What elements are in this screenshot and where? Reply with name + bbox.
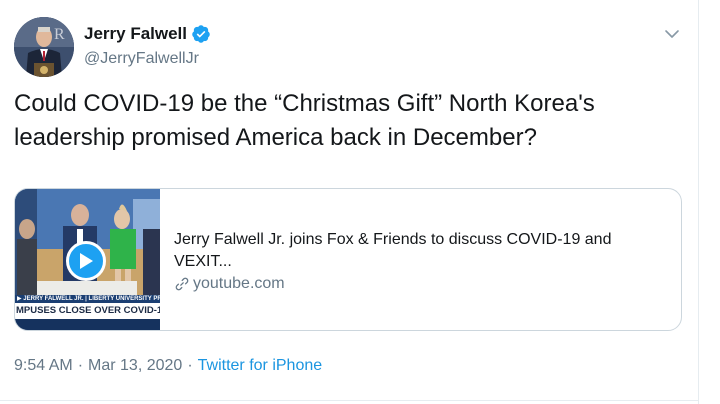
- author-handle[interactable]: @JerryFalwellJr: [84, 50, 199, 68]
- video-chyron-bar: [15, 319, 160, 330]
- video-chyron-top: ▶ JERRY FALWELL JR. | LIBERTY UNIVERSITY…: [15, 295, 160, 303]
- column-border: [698, 0, 699, 404]
- tweet-divider: [0, 400, 698, 401]
- meta-separator: ·: [77, 357, 84, 374]
- svg-text:R: R: [54, 26, 65, 43]
- tweet-metadata: 9:54 AM · Mar 13, 2020 · Twitter for iPh…: [14, 357, 322, 375]
- author-name-row[interactable]: Jerry Falwell: [84, 24, 211, 44]
- tweet-date[interactable]: Mar 13, 2020: [88, 357, 182, 375]
- tweet-time[interactable]: 9:54 AM: [14, 357, 73, 375]
- tweet-source-link[interactable]: Twitter for iPhone: [198, 357, 323, 375]
- tweet-text: Could COVID-19 be the “Christmas Gift” N…: [14, 90, 595, 151]
- video-chyron-main: MPUSES CLOSE OVER COVID-19 CC: [15, 303, 160, 319]
- play-icon[interactable]: [66, 241, 106, 281]
- verified-badge-icon: [191, 24, 211, 44]
- chevron-down-icon[interactable]: [662, 24, 682, 44]
- card-domain[interactable]: youtube.com: [174, 275, 681, 293]
- link-icon: [174, 276, 190, 292]
- display-name[interactable]: Jerry Falwell: [84, 24, 187, 44]
- card-body[interactable]: Jerry Falwell Jr. joins Fox & Friends to…: [160, 189, 681, 330]
- meta-separator: ·: [187, 357, 193, 374]
- video-thumbnail[interactable]: ▶ JERRY FALWELL JR. | LIBERTY UNIVERSITY…: [15, 189, 160, 330]
- avatar[interactable]: R: [14, 17, 74, 77]
- card-title[interactable]: Jerry Falwell Jr. joins Fox & Friends to…: [174, 229, 644, 273]
- card-domain-text[interactable]: youtube.com: [193, 275, 285, 293]
- link-preview-card[interactable]: ▶ JERRY FALWELL JR. | LIBERTY UNIVERSITY…: [14, 188, 682, 331]
